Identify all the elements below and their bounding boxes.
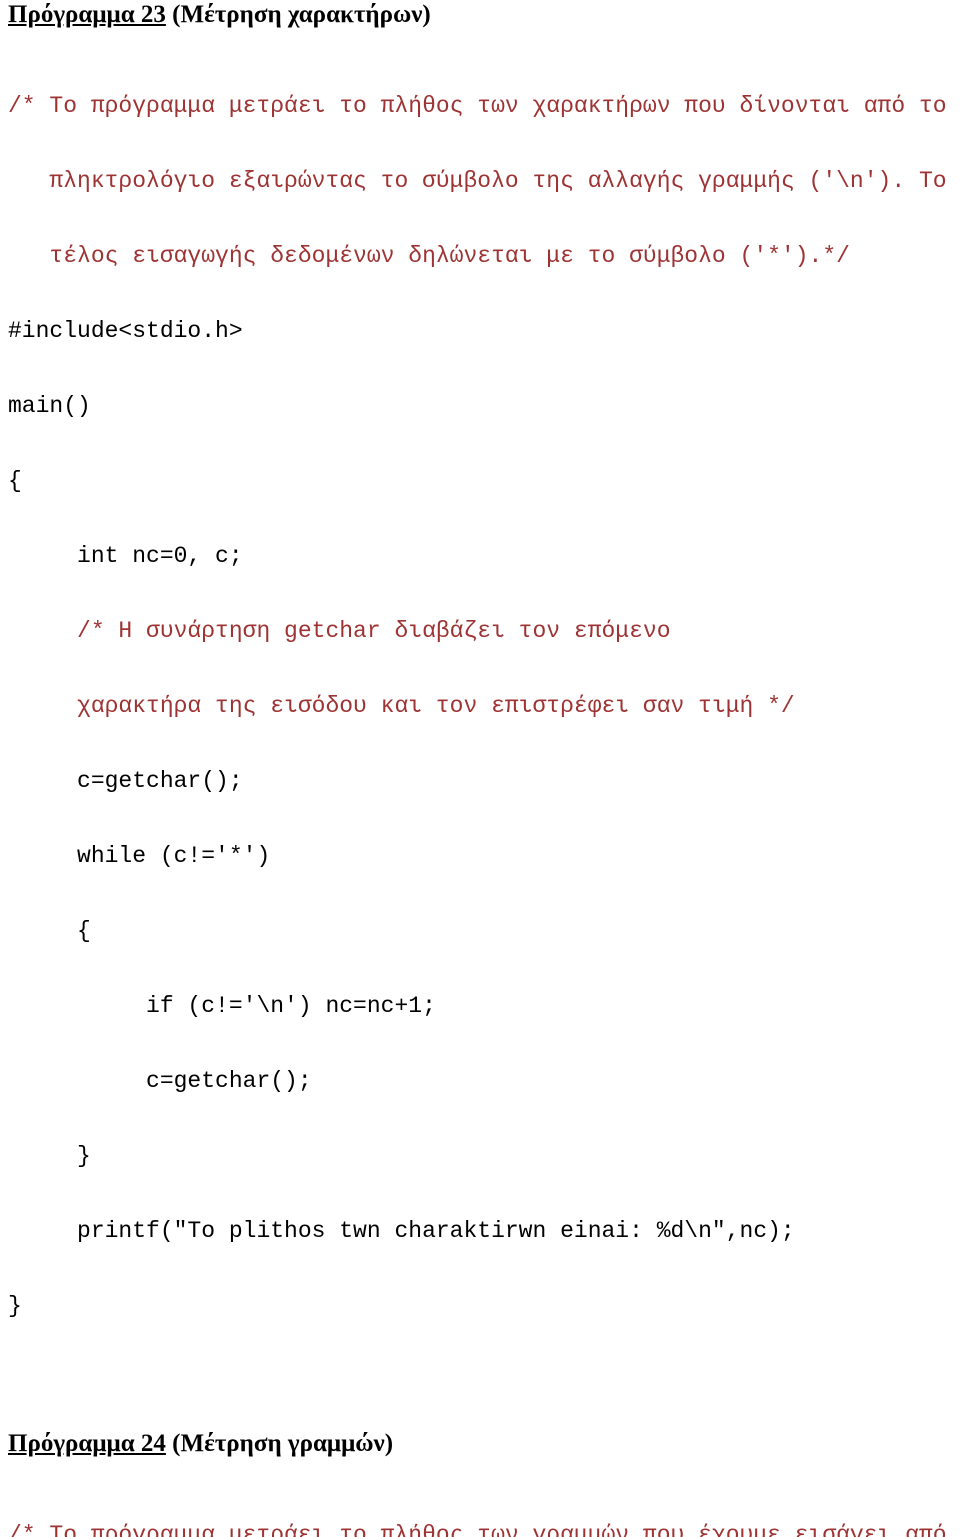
- document-page: Πρόγραμμα 23 (Μέτρηση χαρακτήρων) /* Το …: [0, 0, 960, 1537]
- code-line: {: [8, 468, 22, 494]
- code-line: τέλος εισαγωγής δεδομένων δηλώνεται με τ…: [8, 243, 850, 269]
- code-line: /* Το πρόγραμμα μετράει το πλήθος των γρ…: [8, 1522, 947, 1537]
- code-line: χαρακτήρα της εισόδου και τον επιστρέφει…: [8, 693, 795, 719]
- code-line: if (c!='\n') nc=nc+1;: [8, 993, 436, 1019]
- program-heading-23: Πρόγραμμα 23 (Μέτρηση χαρακτήρων): [0, 0, 960, 30]
- code-line: πληκτρολόγιο εξαιρώντας το σύμβολο της α…: [8, 168, 947, 194]
- program-heading-24-subtitle: (Μέτρηση γραμμών): [165, 1430, 394, 1457]
- code-block-24: /* Το πρόγραμμα μετράει το πλήθος των γρ…: [0, 1473, 960, 1537]
- program-heading-24: Πρόγραμμα 24 (Μέτρηση γραμμών): [0, 1429, 960, 1459]
- program-heading-23-title: Πρόγραμμα 23: [8, 1, 166, 28]
- code-line: while (c!='*'): [8, 843, 271, 869]
- code-line: }: [8, 1293, 22, 1319]
- code-line: #include<stdio.h>: [8, 318, 243, 344]
- code-line: c=getchar();: [8, 1068, 312, 1094]
- code-line: printf("To plithos twn charaktirwn einai…: [8, 1218, 795, 1244]
- code-line: int nc=0, c;: [8, 543, 243, 569]
- code-line: c=getchar();: [8, 768, 243, 794]
- code-block-23: /* Το πρόγραμμα μετράει το πλήθος των χα…: [0, 44, 960, 1369]
- code-line: main(): [8, 393, 91, 419]
- program-heading-24-title: Πρόγραμμα 24: [8, 1430, 166, 1457]
- program-heading-23-subtitle: (Μέτρηση χαρακτήρων): [165, 1, 431, 28]
- code-line: /* Το πρόγραμμα μετράει το πλήθος των χα…: [8, 93, 947, 119]
- code-line: /* Η συνάρτηση getchar διαβάζει τον επόμ…: [8, 618, 671, 644]
- code-line: {: [8, 918, 91, 944]
- code-line: }: [8, 1143, 91, 1169]
